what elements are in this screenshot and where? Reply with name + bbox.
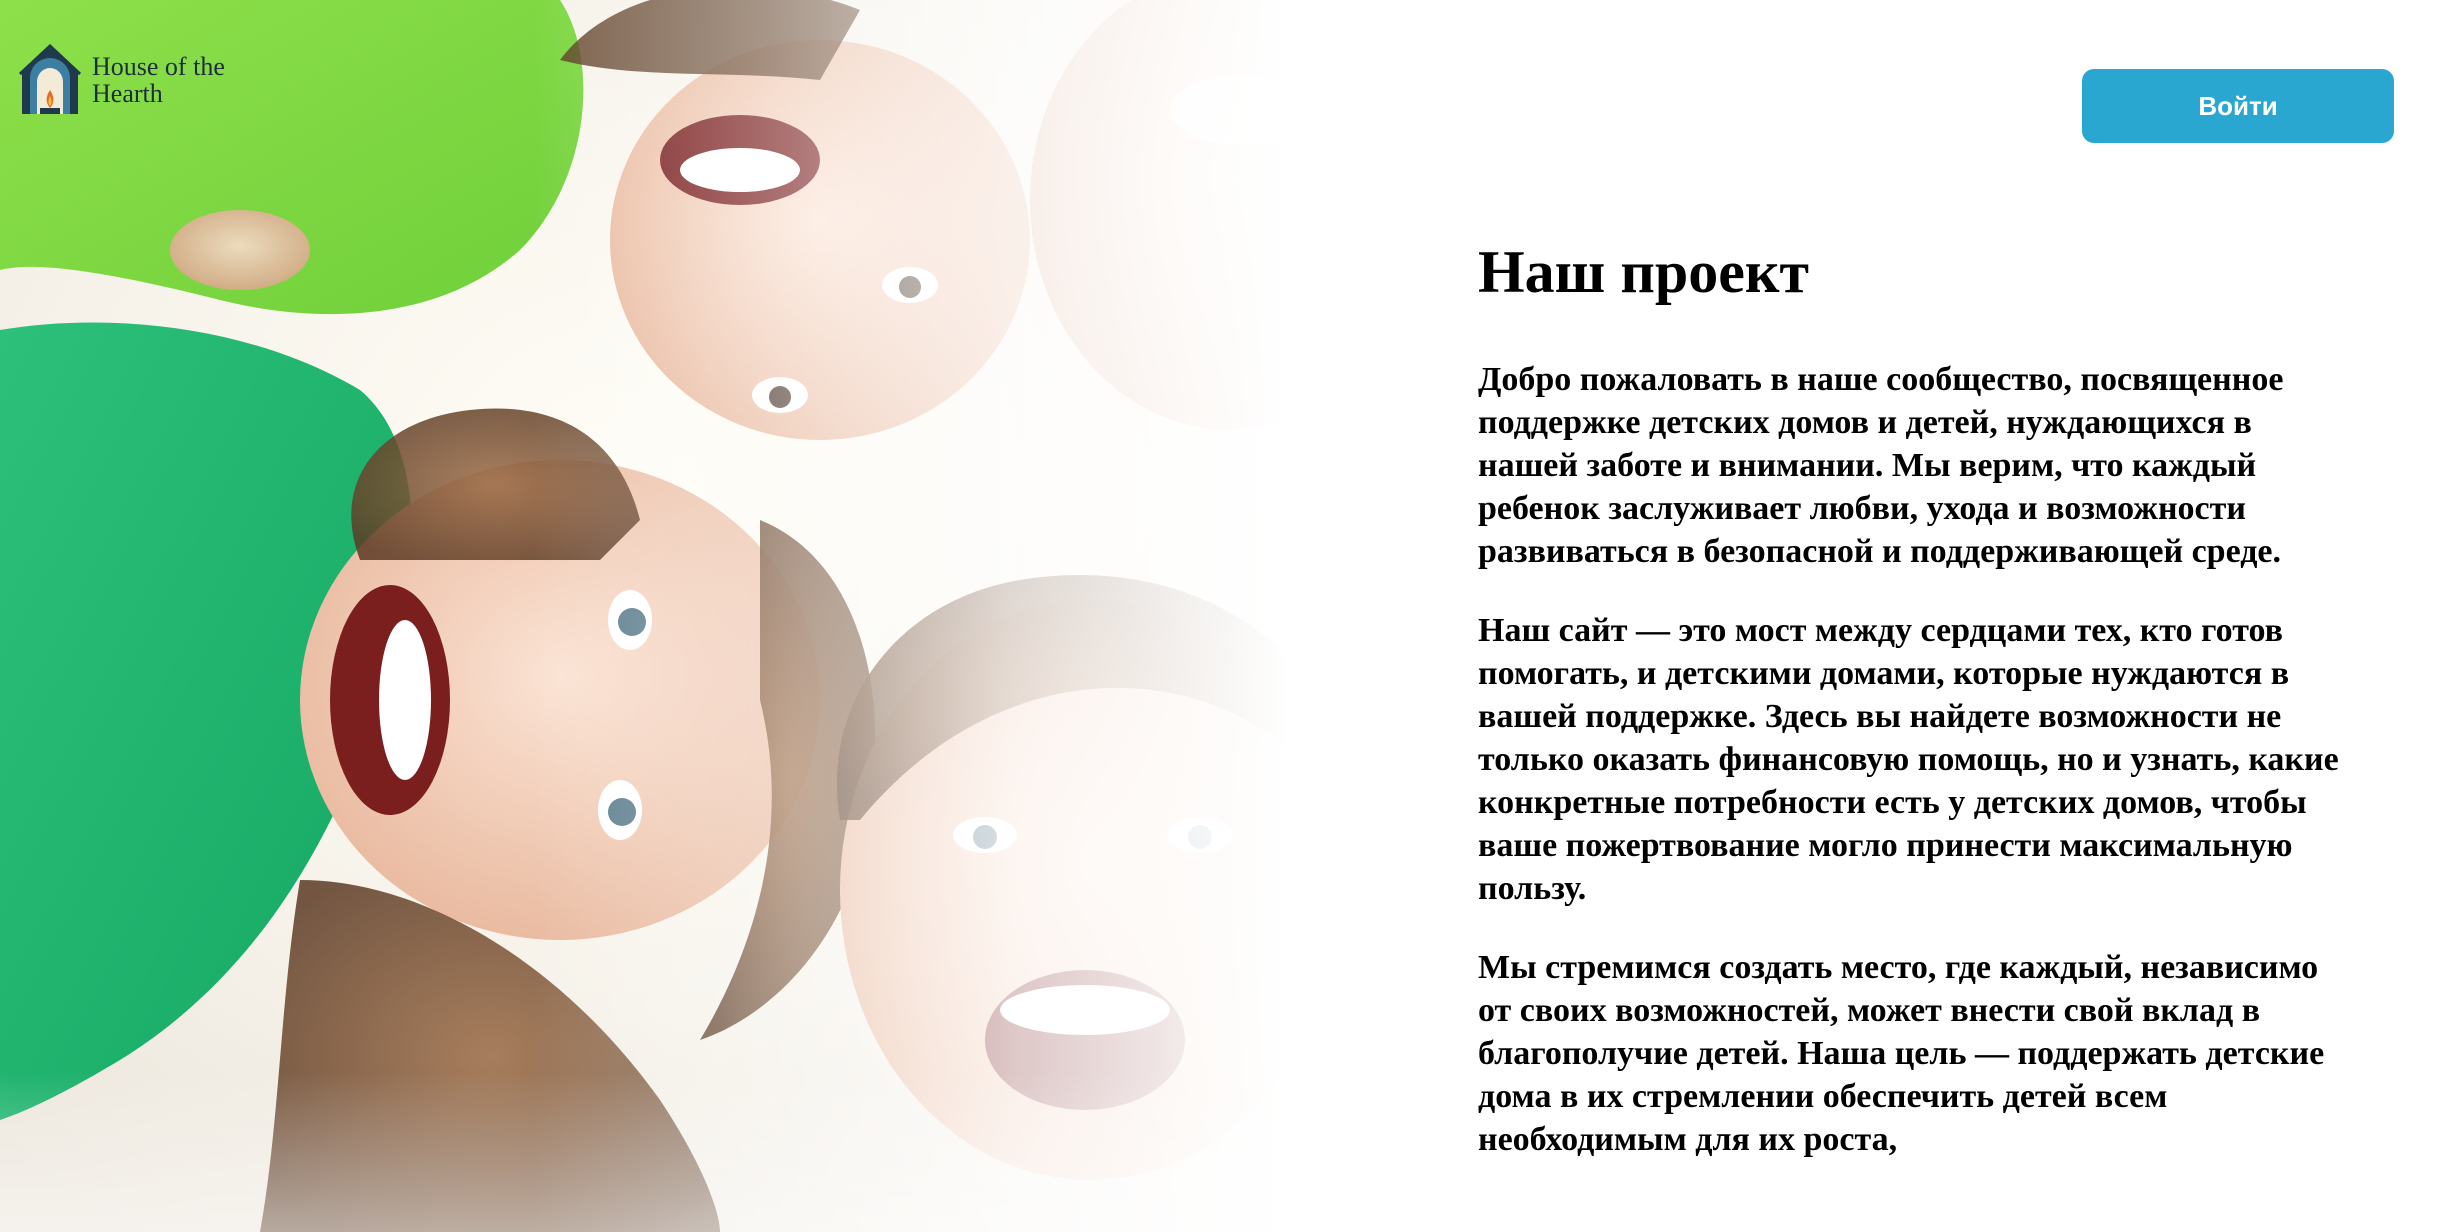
project-section: Наш проект Добро пожаловать в наше сообщ…: [1478, 232, 2358, 1197]
intro-paragraph: Добро пожаловать в наше сообщество, посв…: [1478, 361, 2284, 570]
mission-paragraph: Мы стремимся создать место, где каждый, …: [1478, 949, 2325, 1158]
site-logo[interactable]: House of the Hearth: [18, 44, 225, 116]
logo-text: House of the Hearth: [92, 53, 225, 107]
about-paragraph: Наш сайт — это мост между сердцами тех, …: [1478, 612, 2339, 907]
login-button[interactable]: Войти: [2082, 69, 2394, 143]
logo-text-line1: House of the: [92, 52, 225, 81]
page-title: Наш проект: [1478, 239, 1809, 305]
logo-text-line2: Hearth: [92, 79, 163, 108]
hero-photo: [0, 0, 1400, 1232]
smiling-children-photo: [0, 0, 1400, 1232]
house-hearth-logo-icon: [18, 44, 82, 114]
page: House of the Hearth Войти Наш проект Доб…: [0, 0, 2462, 1232]
